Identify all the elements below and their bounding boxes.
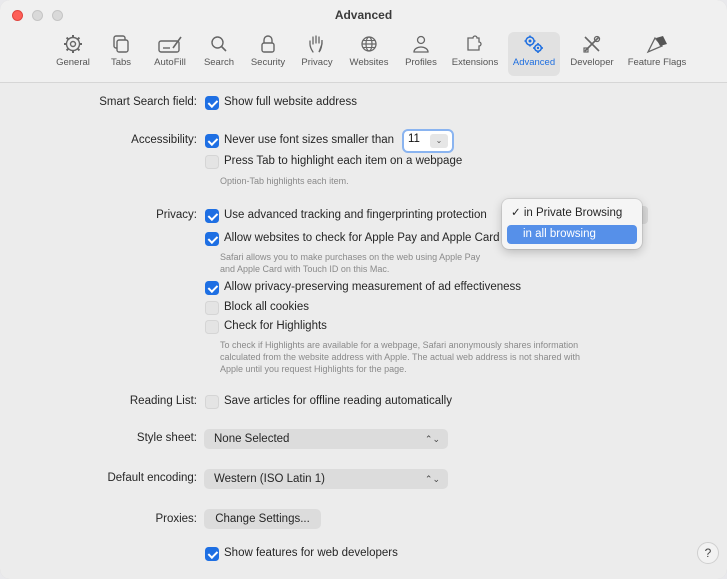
privacy-label: Privacy:: [156, 209, 197, 221]
window-title: Advanced: [334, 8, 393, 22]
tracking-protection-text: Use advanced tracking and fingerprinting…: [224, 209, 487, 221]
person-icon: [413, 35, 429, 53]
block-cookies-checkbox[interactable]: [205, 301, 219, 315]
tab-label: AutoFill: [154, 57, 186, 68]
highlights-note-1: To check if Highlights are available for…: [220, 340, 579, 350]
tab-general[interactable]: General: [53, 32, 93, 76]
tab-highlight-text: Press Tab to highlight each item on a we…: [224, 155, 463, 167]
reading-list-label: Reading List:: [129, 395, 197, 407]
menu-item-private-browsing[interactable]: ✓ in Private Browsing: [507, 204, 637, 223]
tab-label: Developer: [570, 57, 614, 68]
check-highlights-text: Check for Highlights: [224, 320, 327, 332]
offline-reading-checkbox[interactable]: [205, 395, 219, 409]
tab-privacy[interactable]: Privacy: [297, 32, 337, 76]
search-icon: [211, 36, 227, 52]
apple-pay-note-2: and Apple Card with Touch ID on this Mac…: [220, 264, 390, 274]
puzzle-icon: [467, 35, 482, 51]
tab-label: Extensions: [451, 57, 499, 68]
encoding-label: Default encoding:: [107, 472, 197, 484]
show-full-address-text: Show full website address: [224, 96, 357, 108]
tab-security[interactable]: Security: [246, 32, 290, 76]
tab-search[interactable]: Search: [200, 32, 238, 76]
ad-measurement-checkbox[interactable]: [205, 281, 219, 295]
tab-label: Tabs: [110, 57, 132, 68]
tab-label: Privacy: [301, 57, 333, 68]
tab-label: Security: [250, 57, 286, 68]
block-cookies-text: Block all cookies: [224, 301, 310, 313]
highlights-note-3: Apple until you request Highlights for t…: [220, 364, 407, 374]
flags-icon: [646, 36, 667, 54]
settings-window: Advanced General Tabs AutoFill Search Se…: [0, 0, 727, 579]
offline-reading-text: Save articles for offline reading automa…: [224, 395, 452, 407]
tab-tabs[interactable]: Tabs: [103, 32, 139, 76]
apple-pay-text: Allow websites to check for Apple Pay an…: [224, 232, 500, 244]
highlights-note-2: calculated from the website address with…: [220, 352, 581, 362]
tab-extensions[interactable]: Extensions: [448, 32, 502, 76]
style-sheet-popup[interactable]: None Selected ⌃⌄: [204, 429, 448, 449]
min-font-size-checkbox[interactable]: [205, 134, 219, 148]
apple-pay-note-1: Safari allows you to make purchases on t…: [220, 252, 481, 262]
help-button[interactable]: ?: [697, 542, 719, 564]
tab-label: Advanced: [512, 57, 556, 68]
hand-icon: [309, 35, 323, 53]
tab-label: Websites: [349, 57, 389, 68]
tab-label: Feature Flags: [627, 57, 687, 68]
min-font-size-text: Never use font sizes smaller than: [224, 134, 395, 146]
tools-icon: [583, 35, 601, 53]
min-font-size-value: 11: [408, 133, 420, 145]
accessibility-label: Accessibility:: [131, 134, 197, 146]
style-sheet-label: Style sheet:: [136, 432, 197, 444]
style-sheet-value: None Selected: [214, 433, 290, 445]
show-developer-features-checkbox[interactable]: [205, 547, 219, 561]
smart-search-label: Smart Search field:: [99, 96, 197, 108]
tab-label: Search: [203, 57, 235, 68]
gear-icon: [64, 35, 82, 53]
tab-autofill[interactable]: AutoFill: [148, 32, 192, 76]
toolbar: Advanced General Tabs AutoFill Search Se…: [0, 0, 727, 83]
updown-chevron-icon: ⌃⌄: [424, 434, 440, 444]
gears-icon: [524, 35, 543, 53]
tab-websites[interactable]: Websites: [345, 32, 393, 76]
tab-highlight-checkbox[interactable]: [205, 155, 219, 169]
tracking-scope-menu: ✓ in Private Browsing in all browsing: [502, 199, 642, 249]
autofill-icon: [158, 36, 182, 53]
updown-chevron-icon: ⌃⌄: [424, 474, 440, 484]
change-proxy-settings-button[interactable]: Change Settings...: [204, 509, 321, 529]
encoding-popup[interactable]: Western (ISO Latin 1) ⌃⌄: [204, 469, 448, 489]
proxies-label: Proxies:: [155, 513, 197, 525]
apple-pay-checkbox[interactable]: [205, 232, 219, 246]
encoding-value: Western (ISO Latin 1): [214, 473, 325, 485]
ad-measurement-text: Allow privacy-preserving measurement of …: [224, 281, 522, 293]
tab-profiles[interactable]: Profiles: [401, 32, 441, 76]
globe-icon: [361, 36, 377, 52]
tab-developer[interactable]: Developer: [566, 32, 618, 76]
tracking-protection-checkbox[interactable]: [205, 209, 219, 223]
tab-feature-flags[interactable]: Feature Flags: [624, 32, 690, 76]
tab-highlight-note: Option-Tab highlights each item.: [220, 176, 349, 186]
show-full-address-checkbox[interactable]: [205, 96, 219, 110]
tab-advanced[interactable]: Advanced: [508, 32, 560, 76]
lock-icon: [261, 35, 275, 53]
tab-label: Profiles: [405, 57, 437, 68]
menu-item-all-browsing[interactable]: in all browsing: [507, 225, 637, 244]
check-highlights-checkbox[interactable]: [205, 320, 219, 334]
min-font-size-select[interactable]: 11 ⌄: [402, 129, 454, 153]
tabs-icon: [113, 35, 129, 53]
tab-label: General: [56, 57, 90, 68]
chevron-down-icon: ⌄: [430, 134, 448, 148]
show-developer-features-text: Show features for web developers: [224, 547, 398, 559]
